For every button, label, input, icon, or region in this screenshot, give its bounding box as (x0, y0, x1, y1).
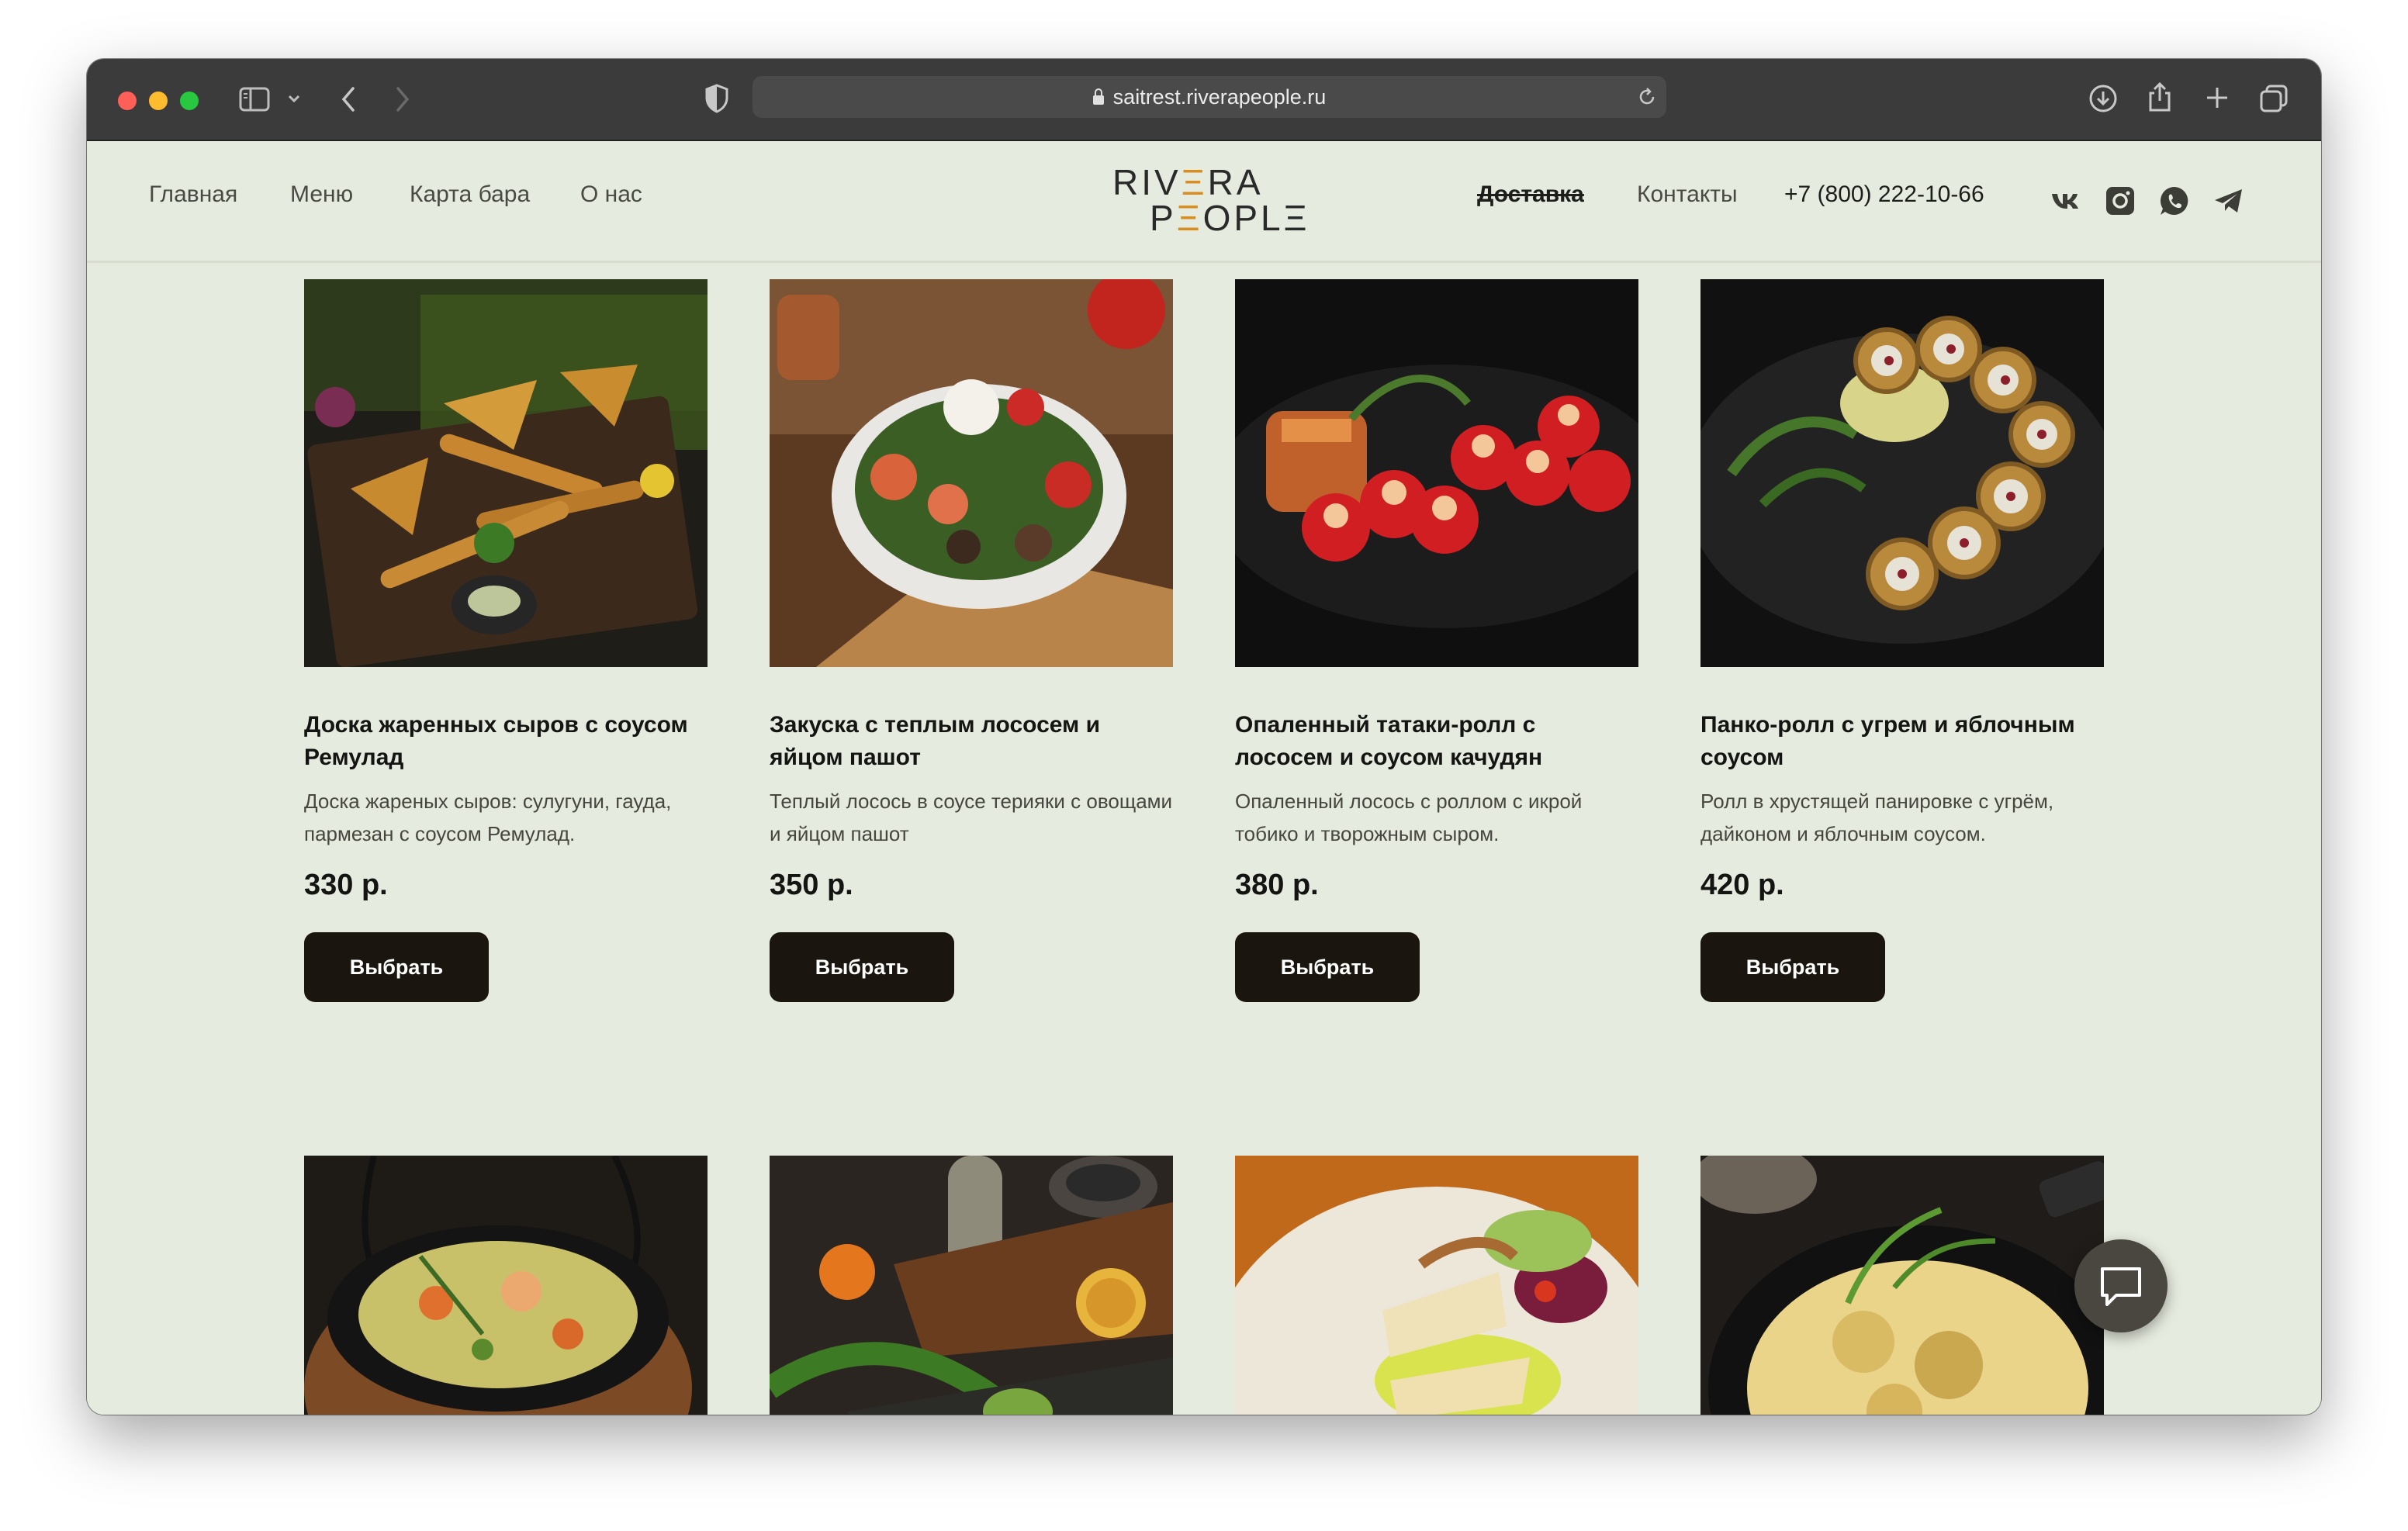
zoom-window-button[interactable] (180, 92, 199, 110)
lock-icon (1092, 88, 1104, 105)
vk-icon[interactable] (2050, 185, 2082, 217)
product-photo[interactable] (304, 279, 708, 667)
product-description: Ролл в хрустящей панировке с угрём, дайк… (1700, 790, 2054, 845)
address-bar[interactable]: saitrest.riverapeople.ru (752, 76, 1666, 118)
select-button[interactable]: Выбрать (1700, 932, 1885, 1002)
back-icon[interactable] (340, 85, 357, 113)
product-price: 380 р. (1235, 869, 1319, 901)
whatsapp-icon[interactable] (2158, 185, 2191, 217)
product-photo[interactable] (1235, 279, 1638, 667)
url-text: saitrest.riverapeople.ru (1112, 85, 1327, 109)
logo-text-part: P (1150, 198, 1177, 238)
product-price: 350 р. (770, 869, 853, 901)
product-title[interactable]: Закуска с теплым лососем и яйцом пашот (770, 709, 1173, 774)
chat-button[interactable] (2074, 1239, 2168, 1332)
chevron-down-icon[interactable] (287, 93, 301, 104)
chat-bubble-icon (2101, 1267, 2141, 1306)
shield-icon[interactable] (704, 84, 729, 113)
nav-about-link[interactable]: О нас (580, 181, 642, 208)
downloads-icon[interactable] (2088, 84, 2118, 113)
product-price: 420 р. (1700, 869, 1784, 901)
product-photo[interactable] (304, 1156, 708, 1415)
new-tab-icon[interactable] (2205, 85, 2230, 110)
logo-accent-letter: Ξ (1181, 162, 1208, 202)
product-photo[interactable] (1700, 1156, 2104, 1415)
minimize-window-button[interactable] (149, 92, 168, 110)
nav-contacts-link[interactable]: Контакты (1637, 181, 1738, 208)
product-title[interactable]: Доска жаренных сыров с соусом Ремулад (304, 709, 708, 774)
logo-text-part: RIV (1112, 162, 1182, 202)
product-description: Доска жареных сыров: сулугуни, гауда, па… (304, 790, 672, 845)
nav-menu-link[interactable]: Меню (290, 181, 353, 208)
product-photo[interactable] (1235, 1156, 1638, 1415)
browser-window: saitrest.riverapeople.ru Главная Меню Ка… (87, 59, 2321, 1415)
sidebar-icon[interactable] (239, 87, 270, 112)
nav-home-link[interactable]: Главная (149, 181, 237, 208)
logo-accent-letter: Ξ (1176, 198, 1203, 238)
web-page: Главная Меню Карта бара О нас RIVΞRA PΞO… (87, 141, 2321, 1415)
product-description: Опаленный лосось с роллом с икрой тобико… (1235, 790, 1583, 845)
telegram-icon[interactable] (2213, 185, 2245, 217)
nav-bar-card-link[interactable]: Карта бара (410, 181, 530, 208)
product-title[interactable]: Опаленный татаки-ролл с лососем и соусом… (1235, 709, 1638, 774)
product-description: Теплый лосось в соусе терияки с овощами … (770, 790, 1173, 845)
product-title[interactable]: Панко-ролл с угрем и яблочным соусом (1700, 709, 2104, 774)
reload-icon[interactable] (1637, 87, 1657, 107)
tab-overview-icon[interactable] (2259, 84, 2289, 113)
product-photo[interactable] (770, 279, 1173, 667)
select-button[interactable]: Выбрать (770, 932, 954, 1002)
share-icon[interactable] (2147, 81, 2172, 113)
forward-icon[interactable] (394, 85, 411, 113)
browser-toolbar: saitrest.riverapeople.ru (87, 59, 2321, 141)
product-photo[interactable] (1700, 279, 2104, 667)
site-logo[interactable]: RIVΞRA PΞOPLΞ (1112, 162, 1307, 238)
instagram-icon[interactable] (2104, 185, 2136, 217)
select-button[interactable]: Выбрать (1235, 932, 1420, 1002)
close-window-button[interactable] (118, 92, 137, 110)
logo-text-part: OPLΞ (1202, 198, 1310, 238)
logo-text-part: RA (1207, 162, 1264, 202)
product-price: 330 р. (304, 869, 388, 901)
site-header: Главная Меню Карта бара О нас RIVΞRA PΞO… (87, 141, 2321, 263)
product-photo[interactable] (770, 1156, 1173, 1415)
select-button[interactable]: Выбрать (304, 932, 489, 1002)
nav-delivery-link[interactable]: Доставка (1477, 181, 1584, 208)
phone-link[interactable]: +7 (800) 222-10-66 (1784, 181, 1984, 208)
